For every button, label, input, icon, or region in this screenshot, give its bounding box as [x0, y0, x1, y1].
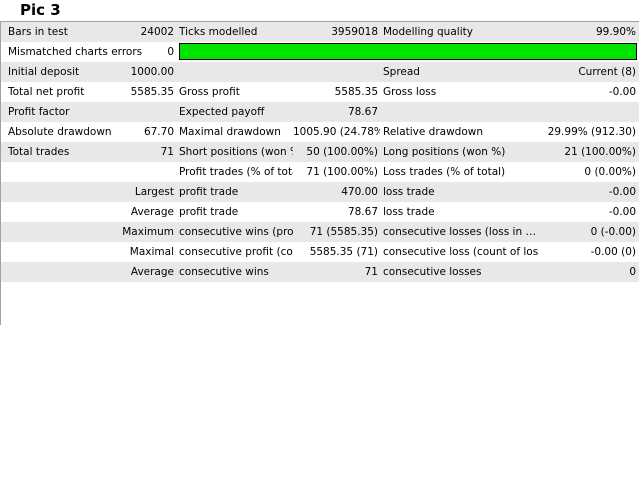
max-consecutive-profit-value: 5585.35 (71) [309, 246, 378, 258]
avg-consecutive-losses-value: 0 [629, 266, 636, 278]
relative-drawdown-value: 29.99% (912.30) [547, 126, 636, 138]
report-row-drawdown: Absolute drawdown 67.70 Maximal drawdown… [1, 122, 639, 142]
strategy-tester-report: Bars in test 24002 Ticks modelled 395901… [0, 21, 639, 325]
avg-consecutive-wins-value: 71 [364, 266, 378, 278]
report-row-average: Average profit trade 78.67 loss trade -0… [1, 202, 639, 222]
max-consecutive-losses-label: consecutive losses (loss in money) [383, 226, 539, 238]
report-row-maximal: Maximal consecutive profit (count of win… [1, 242, 639, 262]
long-positions-value: 21 (100.00%) [564, 146, 636, 158]
gross-profit-label: Gross profit [179, 86, 240, 98]
max-consecutive-loss-value: -0.00 (0) [590, 246, 636, 258]
average-loss-trade-value: -0.00 [608, 206, 636, 218]
largest-loss-trade-value: -0.00 [608, 186, 636, 198]
absolute-drawdown-label: Absolute drawdown [8, 126, 112, 138]
modelling-quality-bar [179, 43, 637, 60]
expected-payoff-value: 78.67 [347, 106, 378, 118]
picture-caption: Pic 3 [20, 1, 61, 19]
largest-profit-trade-label: profit trade [179, 186, 239, 198]
relative-drawdown-label: Relative drawdown [383, 126, 484, 138]
absolute-drawdown-value: 67.70 [143, 126, 174, 138]
report-row-total-trades: Total trades 71 Short positions (won %) … [1, 142, 639, 162]
avg-consecutive-wins-label: consecutive wins [179, 266, 269, 278]
max-consecutive-wins-label: consecutive wins (profit in money) [179, 226, 293, 238]
profit-trades-label: Profit trades (% of total) [179, 166, 293, 178]
maximal-drawdown-value: 1005.90 (24.78%) [293, 126, 380, 138]
average-profit-trade-value: 78.67 [347, 206, 378, 218]
maximal-drawdown-label: Maximal drawdown [179, 126, 281, 138]
max-consecutive-wins-value: 71 (5585.35) [309, 226, 378, 238]
max-consecutive-losses-value: 0 (-0.00) [590, 226, 636, 238]
max-consecutive-profit-label: consecutive profit (count of wins) [179, 246, 293, 258]
loss-trades-value: 0 (0.00%) [584, 166, 636, 178]
average-consecutive-label: Average [130, 266, 174, 278]
maximum-label: Maximum [122, 226, 174, 238]
ticks-modelled-label: Ticks modelled [179, 26, 258, 38]
average-profit-trade-label: profit trade [179, 206, 239, 218]
bars-in-test-value: 24002 [140, 26, 174, 38]
spread-value: Current (8) [578, 66, 636, 78]
gross-profit-value: 5585.35 [334, 86, 378, 98]
bars-in-test-label: Bars in test [8, 26, 68, 38]
gross-loss-label: Gross loss [383, 86, 437, 98]
gross-loss-value: -0.00 [608, 86, 636, 98]
largest-loss-trade-label: loss trade [383, 186, 435, 198]
profit-trades-value: 71 (100.00%) [306, 166, 378, 178]
profit-factor-label: Profit factor [8, 106, 70, 118]
max-consecutive-loss-label: consecutive loss (count of losses) [383, 246, 539, 258]
loss-trades-label: Loss trades (% of total) [383, 166, 506, 178]
report-row-initial-deposit: Initial deposit 1000.00 Spread Current (… [1, 62, 639, 82]
total-net-profit-label: Total net profit [8, 86, 85, 98]
total-net-profit-value: 5585.35 [130, 86, 174, 98]
modelling-quality-value: 99.90% [595, 26, 636, 38]
report-row-mismatched-errors: Mismatched charts errors 0 [1, 42, 639, 62]
largest-label: Largest [134, 186, 174, 198]
initial-deposit-label: Initial deposit [8, 66, 80, 78]
mismatched-errors-value: 0 [167, 46, 174, 58]
total-trades-value: 71 [160, 146, 174, 158]
ticks-modelled-value: 3959018 [331, 26, 378, 38]
spread-label: Spread [383, 66, 420, 78]
report-row-profit-trades: Profit trades (% of total) 71 (100.00%) … [1, 162, 639, 182]
avg-consecutive-losses-label: consecutive losses [383, 266, 482, 278]
report-row-profit-factor: Profit factor Expected payoff 78.67 [1, 102, 639, 122]
long-positions-label: Long positions (won %) [383, 146, 506, 158]
short-positions-label: Short positions (won %) [179, 146, 293, 158]
average-label: Average [130, 206, 174, 218]
report-row-net-profit: Total net profit 5585.35 Gross profit 55… [1, 82, 639, 102]
largest-profit-trade-value: 470.00 [341, 186, 378, 198]
total-trades-label: Total trades [8, 146, 70, 158]
report-row-average-consecutive: Average consecutive wins 71 consecutive … [1, 262, 639, 282]
maximal-label: Maximal [129, 246, 174, 258]
short-positions-value: 50 (100.00%) [306, 146, 378, 158]
expected-payoff-label: Expected payoff [179, 106, 265, 118]
modelling-quality-label: Modelling quality [383, 26, 473, 38]
report-row-largest: Largest profit trade 470.00 loss trade -… [1, 182, 639, 202]
report-row-maximum: Maximum consecutive wins (profit in mone… [1, 222, 639, 242]
initial-deposit-value: 1000.00 [130, 66, 174, 78]
report-row-bars-in-test: Bars in test 24002 Ticks modelled 395901… [1, 22, 639, 42]
average-loss-trade-label: loss trade [383, 206, 435, 218]
modelling-quality-bar-fill [180, 44, 636, 59]
